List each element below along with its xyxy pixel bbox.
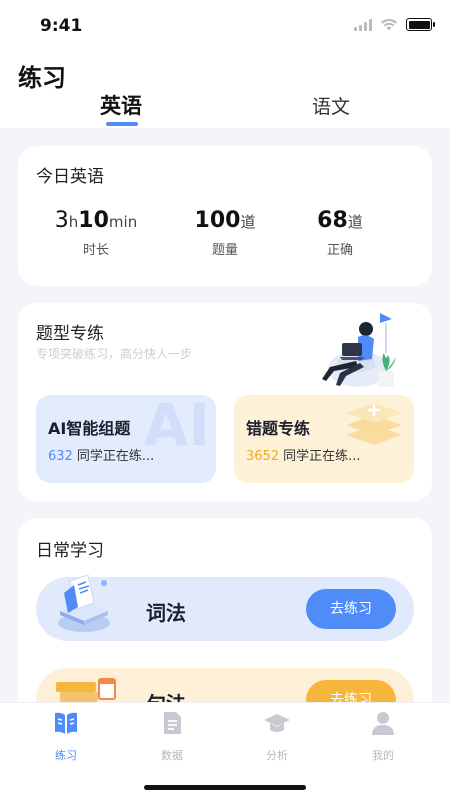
ai-learner-count: 632	[48, 449, 73, 464]
stat-duration-value: 3h10min	[54, 208, 138, 233]
stat-duration-label: 时长	[82, 243, 109, 258]
signal-icon	[354, 18, 372, 31]
practice-screen: 9:41 练习 英语 语文 今日英语 3h10min 时长 100道 题量 68…	[0, 0, 450, 800]
tab-chinese[interactable]: 语文	[312, 92, 350, 119]
tabbar-label-mine: 我的	[372, 749, 394, 762]
tab-english[interactable]: 英语	[100, 90, 142, 120]
today-english-card: 今日英语 3h10min 时长 100道 题量 68道 正确	[18, 146, 432, 286]
tab-active-indicator	[106, 122, 138, 126]
header: 练习 英语 语文	[0, 52, 450, 128]
home-indicator	[144, 785, 306, 790]
status-icons	[354, 18, 435, 31]
battery-icon	[406, 18, 435, 31]
wrong-learner-count: 3652	[246, 449, 280, 464]
tabbar-item-mine[interactable]: 我的	[343, 709, 423, 763]
practice-card-subtitle: 专项突破练习，高分快人一步	[36, 347, 193, 361]
tabbar-item-data[interactable]: 数据	[132, 709, 212, 763]
tabbar-item-analysis[interactable]: 分析	[237, 709, 317, 763]
stat-correct-value: 68道	[317, 208, 363, 233]
book-stand-icon	[58, 574, 110, 632]
tabbar-label-data: 数据	[161, 749, 183, 762]
stat-count-label: 题量	[211, 243, 238, 258]
ai-card-meta: 632 同学正在练...	[48, 449, 155, 464]
tabbar-label-analysis: 分析	[266, 749, 288, 762]
today-card-title: 今日英语	[36, 167, 104, 187]
stat-count-value: 100道	[194, 208, 256, 233]
ai-smart-quiz-card[interactable]: AI AI智能组题 632 同学正在练...	[36, 395, 216, 483]
stat-duration: 3h10min 时长	[36, 208, 156, 258]
wrong-card-title: 错题专练	[246, 419, 311, 438]
daily-card-title: 日常学习	[36, 541, 104, 561]
practice-card-title: 题型专练	[36, 324, 104, 344]
wifi-icon	[381, 18, 397, 31]
status-time: 9:41	[40, 16, 83, 36]
stat-count: 100道 题量	[165, 208, 285, 258]
wrong-card-meta: 3652 同学正在练...	[246, 449, 361, 464]
graduation-cap-icon	[264, 714, 290, 732]
stat-correct: 68道 正确	[280, 208, 400, 258]
question-type-practice-card: 题型专练 专项突破练习，高分快人一步 AI AI智能组题 632 同学正在练...	[18, 303, 432, 501]
wrong-question-practice-card[interactable]: 错题专练 3652 同学正在练...	[234, 395, 414, 483]
stat-correct-label: 正确	[326, 243, 353, 258]
layers-icon	[346, 403, 402, 445]
page-title: 练习	[18, 64, 66, 92]
tabbar-label-practice: 练习	[55, 749, 77, 762]
morphology-practice-button[interactable]: 去练习	[306, 589, 396, 629]
tabbar-item-practice[interactable]: 练习	[26, 709, 106, 763]
study-row-morphology[interactable]: 词法 去练习	[36, 574, 414, 641]
book-icon	[55, 712, 77, 734]
ai-card-title: AI智能组题	[48, 419, 131, 438]
morphology-label: 词法	[146, 601, 186, 625]
studying-person-illustration	[322, 313, 396, 387]
document-icon	[164, 712, 181, 734]
person-icon	[372, 712, 394, 735]
status-bar: 9:41	[0, 0, 450, 52]
